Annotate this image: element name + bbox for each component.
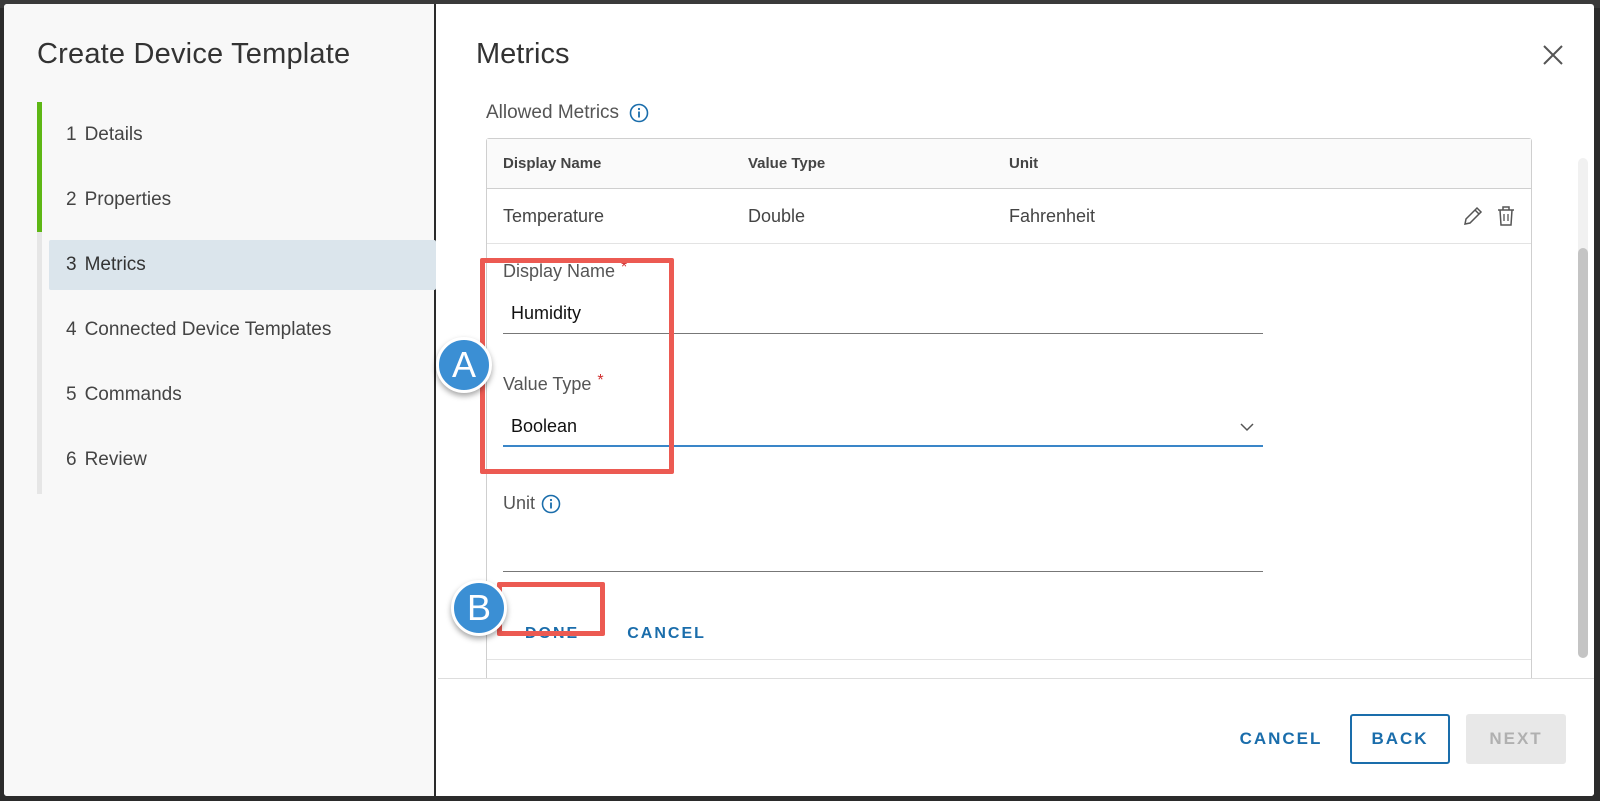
step-number: 6 — [66, 448, 77, 470]
step-number: 2 — [66, 188, 77, 210]
step-number: 4 — [66, 318, 77, 340]
delete-button[interactable] — [1495, 204, 1517, 228]
step-number: 5 — [66, 383, 77, 405]
column-header-value-type[interactable]: Value Type — [748, 155, 1009, 172]
step-label: Metrics — [84, 254, 146, 275]
unit-label: Unit — [503, 493, 1263, 514]
highlight-box-b — [497, 582, 605, 636]
step-metrics[interactable]: 3 Metrics — [49, 240, 436, 290]
create-device-template-modal: Create Device Template 1 Details 2 Propert… — [4, 4, 1594, 796]
step-connected-device-templates[interactable]: 4 Connected Device Templates — [37, 297, 436, 362]
callout-badge-a: A — [436, 337, 492, 393]
scrollbar[interactable] — [1578, 158, 1588, 658]
step-label: Commands — [84, 383, 182, 405]
step-label: Connected Device Templates — [84, 318, 332, 340]
wizard-footer: CANCEL BACK NEXT — [438, 678, 1594, 796]
table-row: Temperature Double Fahrenheit — [487, 189, 1531, 244]
callout-badge-b: B — [451, 580, 507, 636]
step-label: Details — [84, 123, 143, 145]
edit-button[interactable] — [1461, 204, 1483, 228]
row-actions — [1461, 204, 1517, 228]
step-details[interactable]: 1 Details — [37, 102, 436, 167]
cell-unit: Fahrenheit — [1009, 205, 1096, 226]
unit-label-text: Unit — [503, 493, 536, 513]
page-title: Metrics — [476, 38, 570, 70]
pencil-icon — [1464, 206, 1483, 225]
step-label: Review — [84, 448, 147, 470]
wizard-sidebar: Create Device Template 1 Details 2 Propert… — [4, 4, 436, 796]
highlight-box-a — [480, 258, 674, 474]
info-icon[interactable] — [629, 103, 649, 123]
unit-input[interactable] — [503, 532, 1263, 572]
step-commands[interactable]: 5 Commands — [37, 362, 436, 427]
step-label: Properties — [84, 188, 172, 210]
grid-header: Display Name Value Type Unit — [487, 139, 1531, 189]
step-number: 3 — [66, 254, 77, 275]
allowed-metrics-label: Allowed Metrics — [486, 102, 649, 124]
wizard-title: Create Device Template — [37, 38, 351, 70]
cancel-button[interactable]: CANCEL — [1226, 714, 1336, 764]
close-icon — [1543, 45, 1563, 65]
cell-display-name: Temperature — [503, 205, 605, 226]
column-header-unit[interactable]: Unit — [1009, 155, 1531, 172]
wizard-steps: 1 Details 2 Properties 3 Metrics 4 Connected… — [37, 102, 436, 494]
next-button[interactable]: NEXT — [1466, 714, 1566, 764]
step-review[interactable]: 6 Review — [37, 427, 436, 492]
scrollbar-thumb[interactable] — [1578, 248, 1588, 658]
grid-divider — [487, 659, 1531, 660]
form-cancel-button[interactable]: CANCEL — [621, 619, 712, 649]
trash-icon — [1498, 206, 1514, 226]
back-button[interactable]: BACK — [1350, 714, 1450, 764]
step-number: 1 — [66, 123, 77, 145]
close-button[interactable] — [1540, 42, 1566, 68]
allowed-metrics-text: Allowed Metrics — [486, 102, 620, 123]
cell-value-type: Double — [748, 205, 806, 226]
info-icon[interactable] — [541, 494, 561, 514]
step-properties[interactable]: 2 Properties — [37, 167, 436, 232]
chevron-down-icon — [1240, 423, 1254, 432]
column-header-display-name[interactable]: Display Name — [487, 155, 748, 172]
